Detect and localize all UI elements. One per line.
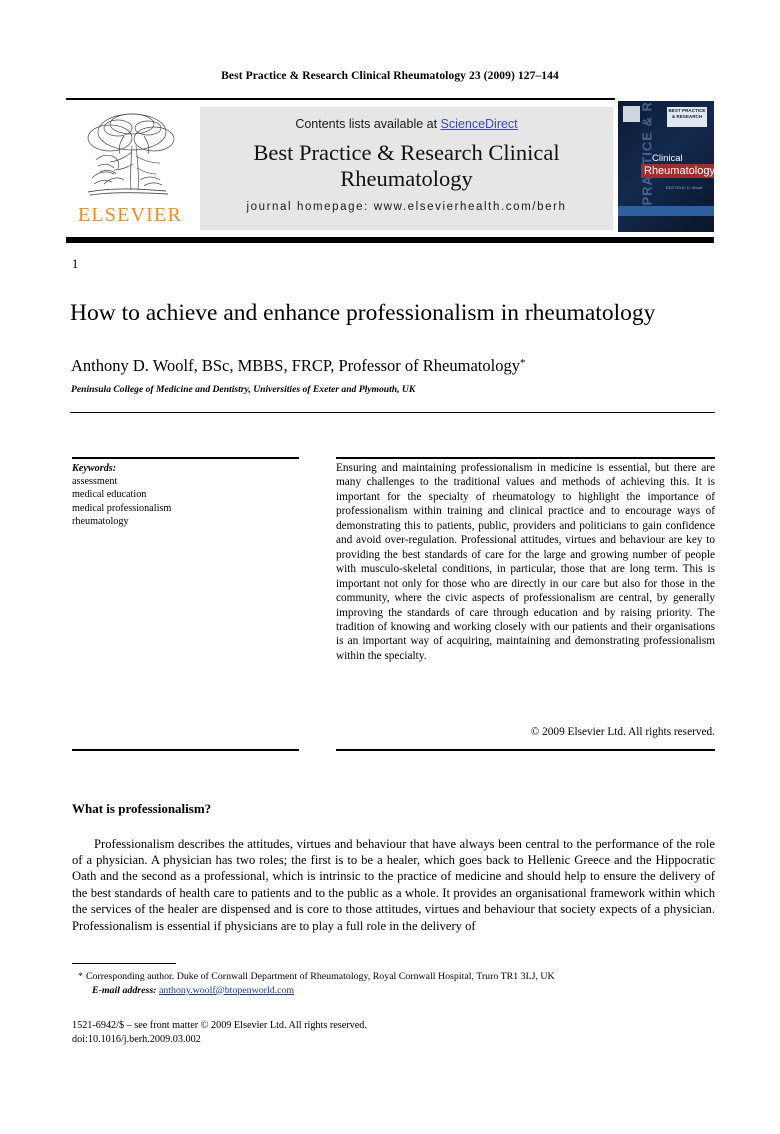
article-number: 1 <box>72 257 79 271</box>
journal-title: Best Practice & Research Clinical Rheuma… <box>200 140 613 192</box>
corresponding-author-text: Corresponding author. Duke of Cornwall D… <box>85 971 555 982</box>
journal-title-line-1: Best Practice & Research Clinical <box>253 140 560 165</box>
elsevier-tree-icon <box>87 113 175 196</box>
cover-editor-line: EDITOR A. D. Woolf <box>666 185 703 190</box>
running-head: Best Practice & Research Clinical Rheuma… <box>221 70 559 82</box>
journal-masthead: ELSEVIER Contents lists available at Sci… <box>66 98 714 243</box>
journal-title-line-2: Rheumatology <box>340 166 473 191</box>
corresponding-author-marker: * <box>519 357 526 369</box>
email-label: E-mail address: <box>92 984 157 996</box>
issn-copyright-block: 1521-6942/$ – see front matter © 2009 El… <box>72 1019 712 1047</box>
doi-line: doi:10.1016/j.berh.2009.03.002 <box>72 1034 201 1045</box>
keyword-item: assessment <box>72 476 118 488</box>
keywords-bottom-rule <box>72 749 299 751</box>
footnote-block: * Corresponding author. Duke of Cornwall … <box>78 970 715 997</box>
page-title: How to achieve and enhance professionali… <box>70 299 656 326</box>
cover-publisher-mark-icon <box>623 106 640 122</box>
keywords-top-rule <box>72 457 299 459</box>
journal-homepage-line[interactable]: journal homepage: www.elsevierhealth.com… <box>200 201 613 213</box>
section-heading: What is professionalism? <box>72 800 212 816</box>
footnote-rule <box>72 963 176 964</box>
abstract-text: Ensuring and maintaining professionalism… <box>336 462 715 662</box>
keyword-item: medical education <box>72 489 147 501</box>
author-affiliation: Peninsula College of Medicine and Dentis… <box>71 384 416 395</box>
journal-cover-thumbnail: BEST PRACTICE & RESEARCH PRACTICE & RESE… <box>618 101 714 232</box>
email-link[interactable]: anthony.woolf@btopenworld.com <box>159 985 294 996</box>
email-note: E-mail address: anthony.woolf@btopenworl… <box>92 984 715 998</box>
footnote-marker: * <box>78 971 83 982</box>
abstract-top-rule <box>336 457 715 459</box>
keyword-item: rheumatology <box>72 515 129 527</box>
author-line: Anthony D. Woolf, BSc, MBBS, FRCP, Profe… <box>71 356 691 376</box>
masthead-bottom-bar <box>66 237 714 243</box>
author-block-rule <box>70 412 715 413</box>
keyword-item: medical professionalism <box>72 502 172 514</box>
contents-available-line: Contents lists available at ScienceDirec… <box>200 117 613 131</box>
abstract-copyright: © 2009 Elsevier Ltd. All rights reserved… <box>530 726 715 738</box>
abstract-bottom-rule <box>336 749 715 751</box>
cover-title-rheumatology: Rheumatology <box>641 164 714 178</box>
issn-line: 1521-6942/$ – see front matter © 2009 El… <box>72 1020 367 1031</box>
elsevier-wordmark: ELSEVIER <box>77 204 183 226</box>
author-name: Anthony D. Woolf, BSc, MBBS, FRCP, Profe… <box>71 356 520 375</box>
masthead-top-rule <box>66 98 615 100</box>
masthead-center-box: Contents lists available at ScienceDirec… <box>200 107 613 230</box>
journal-article-page: Best Practice & Research Clinical Rheuma… <box>0 0 780 1134</box>
elsevier-logo: ELSEVIER <box>68 106 192 232</box>
contents-prefix-text: Contents lists available at <box>295 117 441 131</box>
cover-series-badge: BEST PRACTICE & RESEARCH <box>667 107 707 127</box>
corresponding-author-note: * Corresponding author. Duke of Cornwall … <box>78 970 715 984</box>
cover-accent-band <box>618 206 714 216</box>
cover-title-clinical: Clinical <box>652 153 683 164</box>
keywords-heading: Keywords: <box>72 463 117 474</box>
body-paragraph: Professionalism describes the attitudes,… <box>72 836 715 933</box>
keywords-block: Keywords: assessment medical education m… <box>72 462 302 528</box>
sciencedirect-link[interactable]: ScienceDirect <box>441 117 518 131</box>
